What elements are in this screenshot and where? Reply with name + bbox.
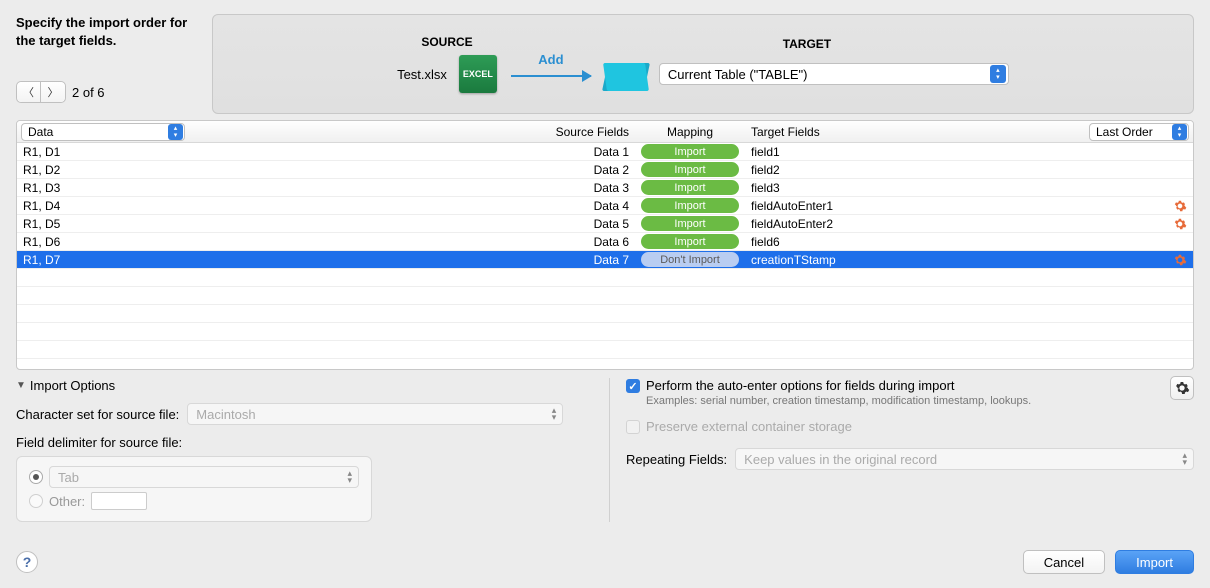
stepper-icon — [168, 124, 183, 140]
cancel-button[interactable]: Cancel — [1023, 550, 1105, 574]
pager-buttons: 〈 〉 — [16, 81, 66, 103]
repeating-select[interactable]: Keep values in the original record ▴▾ — [735, 448, 1194, 470]
delimiter-box: Tab ▴▾ Other: — [16, 456, 372, 522]
mapping-pill[interactable]: Import — [641, 162, 739, 177]
prev-record-button[interactable]: 〈 — [17, 82, 41, 102]
source-value: R1, D6 — [23, 235, 60, 249]
charset-select[interactable]: Macintosh ▴▾ — [187, 403, 563, 425]
empty-row — [17, 323, 1193, 341]
arrow-icon — [511, 75, 591, 77]
table-row[interactable]: R1, D1 Data 1 Import field1 — [17, 143, 1193, 161]
target-table-select[interactable]: Current Table ("TABLE") — [659, 63, 1009, 85]
excel-icon: EXCEL — [459, 55, 497, 93]
next-record-button[interactable]: 〉 — [41, 82, 65, 102]
table-row[interactable]: R1, D7 Data 7 Don't Import creationTStamp — [17, 251, 1193, 269]
source-value: R1, D2 — [23, 163, 60, 177]
source-data-num: Data 4 — [594, 199, 635, 213]
empty-row — [17, 305, 1193, 323]
table-row[interactable]: R1, D6 Data 6 Import field6 — [17, 233, 1193, 251]
tab-radio[interactable] — [29, 470, 43, 484]
stepper-icon — [1172, 124, 1187, 140]
empty-row — [17, 341, 1193, 359]
source-mode-select[interactable]: Data — [21, 123, 185, 141]
other-radio[interactable] — [29, 494, 43, 508]
target-field: fieldAutoEnter1 — [751, 199, 833, 213]
target-label: TARGET — [783, 37, 831, 51]
source-value: R1, D5 — [23, 217, 60, 231]
source-fields-header: Source Fields — [556, 125, 635, 139]
mapping-table: Data Source Fields Mapping Target Fields… — [16, 120, 1194, 370]
import-options-header[interactable]: ▼ Import Options — [16, 378, 595, 393]
target-field: field1 — [751, 145, 780, 159]
disclosure-triangle-icon: ▼ — [16, 380, 26, 391]
other-input[interactable] — [91, 492, 147, 510]
preserve-checkbox — [626, 420, 640, 434]
target-field: field6 — [751, 235, 780, 249]
mapping-pill[interactable]: Import — [641, 234, 739, 249]
empty-row — [17, 269, 1193, 287]
field-options-gear-icon[interactable] — [1173, 217, 1187, 231]
charset-label: Character set for source file: — [16, 407, 179, 422]
mapping-pill[interactable]: Import — [641, 216, 739, 231]
mapping-pill[interactable]: Don't Import — [641, 252, 739, 267]
table-row[interactable]: R1, D3 Data 3 Import field3 — [17, 179, 1193, 197]
source-data-num: Data 3 — [594, 181, 635, 195]
source-value: R1, D3 — [23, 181, 60, 195]
mapping-pill[interactable]: Import — [641, 198, 739, 213]
gear-icon — [1174, 380, 1190, 396]
field-options-gear-icon[interactable] — [1173, 253, 1187, 267]
autoenter-subtext: Examples: serial number, creation timest… — [646, 395, 1194, 407]
stepper-icon — [990, 65, 1006, 83]
table-row[interactable]: R1, D2 Data 2 Import field2 — [17, 161, 1193, 179]
delimiter-label: Field delimiter for source file: — [16, 435, 595, 450]
target-field: creationTStamp — [751, 253, 836, 267]
source-data-num: Data 6 — [594, 235, 635, 249]
source-value: R1, D7 — [23, 253, 60, 267]
preserve-label: Preserve external container storage — [646, 419, 852, 434]
source-data-num: Data 2 — [594, 163, 635, 177]
source-file-name: Test.xlsx — [397, 67, 447, 82]
target-fields-header: Target Fields — [751, 125, 820, 139]
sort-mode-select[interactable]: Last Order — [1089, 123, 1189, 141]
source-label: SOURCE — [421, 35, 472, 49]
pager-text: 2 of 6 — [72, 85, 105, 100]
other-label: Other: — [49, 494, 85, 509]
source-data-num: Data 5 — [594, 217, 635, 231]
target-field: field3 — [751, 181, 780, 195]
autoenter-checkbox[interactable] — [626, 379, 640, 393]
field-options-gear-icon[interactable] — [1173, 199, 1187, 213]
source-data-num: Data 7 — [594, 253, 635, 267]
mapping-pill[interactable]: Import — [641, 180, 739, 195]
mapping-header: Mapping — [635, 125, 745, 139]
repeating-label: Repeating Fields: — [626, 452, 727, 467]
folder-icon — [605, 57, 647, 91]
target-field: field2 — [751, 163, 780, 177]
source-value: R1, D1 — [23, 145, 60, 159]
autoenter-label: Perform the auto-enter options for field… — [646, 378, 955, 393]
target-field: fieldAutoEnter2 — [751, 217, 833, 231]
instruction-text: Specify the import order for the target … — [16, 14, 196, 49]
import-button[interactable]: Import — [1115, 550, 1194, 574]
table-row[interactable]: R1, D4 Data 4 Import fieldAutoEnter1 — [17, 197, 1193, 215]
arrow-label[interactable]: Add — [538, 52, 563, 67]
tab-select[interactable]: Tab ▴▾ — [49, 466, 359, 488]
source-value: R1, D4 — [23, 199, 60, 213]
source-data-num: Data 1 — [594, 145, 635, 159]
settings-gear-button[interactable] — [1170, 376, 1194, 400]
empty-row — [17, 287, 1193, 305]
empty-row — [17, 359, 1193, 369]
flow-panel: SOURCE Test.xlsx EXCEL Add TARGET Curren… — [212, 14, 1194, 114]
help-button[interactable]: ? — [16, 551, 38, 573]
table-row[interactable]: R1, D5 Data 5 Import fieldAutoEnter2 — [17, 215, 1193, 233]
mapping-pill[interactable]: Import — [641, 144, 739, 159]
